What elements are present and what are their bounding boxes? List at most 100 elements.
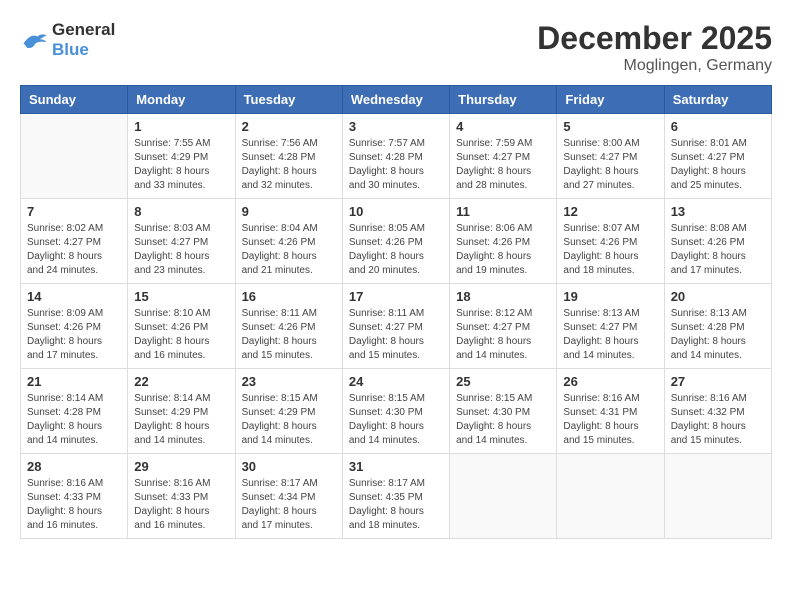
calendar-cell: 18 Sunrise: 8:12 AMSunset: 4:27 PMDayligh… xyxy=(450,284,557,369)
day-number: 22 xyxy=(134,374,228,389)
calendar-week-row: 1Sunrise: 7:55 AMSunset: 4:29 PMDaylight… xyxy=(21,114,772,199)
day-info: Sunrise: 8:14 AMSunset: 4:29 PMDaylight:… xyxy=(134,392,228,448)
day-number: 19 xyxy=(563,289,657,304)
day-number: 5 xyxy=(563,119,657,134)
day-info: Sunrise: 8:16 AMSunset: 4:33 PMDaylight:… xyxy=(134,477,228,533)
day-number: 21 xyxy=(27,374,121,389)
calendar-cell xyxy=(21,114,128,199)
day-info: Sunrise: 8:11 AMSunset: 4:26 PMDaylight:… xyxy=(242,307,336,363)
calendar-cell: 8 Sunrise: 8:03 AMSunset: 4:27 PMDaylight… xyxy=(128,199,235,284)
day-number: 26 xyxy=(563,374,657,389)
day-number: 31 xyxy=(349,459,443,474)
calendar-cell: 10 Sunrise: 8:05 AMSunset: 4:26 PMDayligh… xyxy=(342,199,449,284)
day-number: 10 xyxy=(349,204,443,219)
calendar-cell: 12 Sunrise: 8:07 AMSunset: 4:26 PMDayligh… xyxy=(557,199,664,284)
day-number: 11 xyxy=(456,204,550,219)
calendar-cell: 7Sunrise: 8:02 AMSunset: 4:27 PMDaylight… xyxy=(21,199,128,284)
day-info: Sunrise: 8:00 AMSunset: 4:27 PMDaylight:… xyxy=(563,137,657,193)
title-area: December 2025 Moglingen, Germany xyxy=(537,20,772,75)
day-number: 6 xyxy=(671,119,765,134)
day-number: 23 xyxy=(242,374,336,389)
calendar-cell: 31 Sunrise: 8:17 AMSunset: 4:35 PMDayligh… xyxy=(342,454,449,539)
day-info: Sunrise: 8:04 AMSunset: 4:26 PMDaylight:… xyxy=(242,222,336,278)
day-number: 18 xyxy=(456,289,550,304)
day-info: Sunrise: 8:07 AMSunset: 4:26 PMDaylight:… xyxy=(563,222,657,278)
day-number: 28 xyxy=(27,459,121,474)
day-number: 8 xyxy=(134,204,228,219)
calendar-cell: 4 Sunrise: 7:59 AMSunset: 4:27 PMDaylight… xyxy=(450,114,557,199)
day-info: Sunrise: 8:15 AMSunset: 4:30 PMDaylight:… xyxy=(349,392,443,448)
day-number: 20 xyxy=(671,289,765,304)
calendar-cell: 30Sunrise: 8:17 AMSunset: 4:34 PMDayligh… xyxy=(235,454,342,539)
day-number: 30 xyxy=(242,459,336,474)
calendar-cell: 27 Sunrise: 8:16 AMSunset: 4:32 PMDayligh… xyxy=(664,369,771,454)
day-number: 13 xyxy=(671,204,765,219)
weekday-header-row: SundayMondayTuesdayWednesdayThursdayFrid… xyxy=(21,86,772,114)
weekday-header: Sunday xyxy=(21,86,128,114)
calendar-cell xyxy=(450,454,557,539)
calendar-cell: 13 Sunrise: 8:08 AMSunset: 4:26 PMDayligh… xyxy=(664,199,771,284)
calendar-cell: 11Sunrise: 8:06 AMSunset: 4:26 PMDayligh… xyxy=(450,199,557,284)
calendar-cell: 19 Sunrise: 8:13 AMSunset: 4:27 PMDayligh… xyxy=(557,284,664,369)
day-number: 4 xyxy=(456,119,550,134)
day-info: Sunrise: 8:03 AMSunset: 4:27 PMDaylight:… xyxy=(134,222,228,278)
calendar-table: SundayMondayTuesdayWednesdayThursdayFrid… xyxy=(20,85,772,539)
calendar-cell: 21 Sunrise: 8:14 AMSunset: 4:28 PMDayligh… xyxy=(21,369,128,454)
calendar-week-row: 7Sunrise: 8:02 AMSunset: 4:27 PMDaylight… xyxy=(21,199,772,284)
location-title: Moglingen, Germany xyxy=(537,57,772,75)
weekday-header: Tuesday xyxy=(235,86,342,114)
day-number: 25 xyxy=(456,374,550,389)
day-info: Sunrise: 8:15 AMSunset: 4:29 PMDaylight:… xyxy=(242,392,336,448)
day-info: Sunrise: 7:59 AMSunset: 4:27 PMDaylight:… xyxy=(456,137,550,193)
calendar-cell: 23 Sunrise: 8:15 AMSunset: 4:29 PMDayligh… xyxy=(235,369,342,454)
calendar-cell: 25 Sunrise: 8:15 AMSunset: 4:30 PMDayligh… xyxy=(450,369,557,454)
logo-icon xyxy=(20,29,48,51)
day-info: Sunrise: 8:08 AMSunset: 4:26 PMDaylight:… xyxy=(671,222,765,278)
day-info: Sunrise: 8:16 AMSunset: 4:33 PMDaylight:… xyxy=(27,477,121,533)
day-info: Sunrise: 7:56 AMSunset: 4:28 PMDaylight:… xyxy=(242,137,336,193)
calendar-cell: 29 Sunrise: 8:16 AMSunset: 4:33 PMDayligh… xyxy=(128,454,235,539)
calendar-cell: 15 Sunrise: 8:10 AMSunset: 4:26 PMDayligh… xyxy=(128,284,235,369)
day-number: 15 xyxy=(134,289,228,304)
day-info: Sunrise: 8:10 AMSunset: 4:26 PMDaylight:… xyxy=(134,307,228,363)
day-info: Sunrise: 8:13 AMSunset: 4:28 PMDaylight:… xyxy=(671,307,765,363)
calendar-cell: 2 Sunrise: 7:56 AMSunset: 4:28 PMDaylight… xyxy=(235,114,342,199)
calendar-cell: 26 Sunrise: 8:16 AMSunset: 4:31 PMDayligh… xyxy=(557,369,664,454)
day-number: 27 xyxy=(671,374,765,389)
day-info: Sunrise: 8:14 AMSunset: 4:28 PMDaylight:… xyxy=(27,392,121,448)
day-info: Sunrise: 8:15 AMSunset: 4:30 PMDaylight:… xyxy=(456,392,550,448)
calendar-cell: 5 Sunrise: 8:00 AMSunset: 4:27 PMDaylight… xyxy=(557,114,664,199)
day-number: 12 xyxy=(563,204,657,219)
day-number: 2 xyxy=(242,119,336,134)
weekday-header: Saturday xyxy=(664,86,771,114)
calendar-cell xyxy=(557,454,664,539)
logo-text: General Blue xyxy=(52,20,115,60)
calendar-cell: 24 Sunrise: 8:15 AMSunset: 4:30 PMDayligh… xyxy=(342,369,449,454)
calendar-cell xyxy=(664,454,771,539)
day-number: 24 xyxy=(349,374,443,389)
day-info: Sunrise: 8:12 AMSunset: 4:27 PMDaylight:… xyxy=(456,307,550,363)
calendar-cell: 9 Sunrise: 8:04 AMSunset: 4:26 PMDaylight… xyxy=(235,199,342,284)
day-number: 3 xyxy=(349,119,443,134)
day-info: Sunrise: 8:16 AMSunset: 4:31 PMDaylight:… xyxy=(563,392,657,448)
weekday-header: Monday xyxy=(128,86,235,114)
calendar-week-row: 14Sunrise: 8:09 AMSunset: 4:26 PMDayligh… xyxy=(21,284,772,369)
day-number: 7 xyxy=(27,204,121,219)
weekday-header: Friday xyxy=(557,86,664,114)
month-title: December 2025 xyxy=(537,20,772,57)
weekday-header: Thursday xyxy=(450,86,557,114)
calendar-cell: 17Sunrise: 8:11 AMSunset: 4:27 PMDayligh… xyxy=(342,284,449,369)
day-info: Sunrise: 8:05 AMSunset: 4:26 PMDaylight:… xyxy=(349,222,443,278)
calendar-cell: 22 Sunrise: 8:14 AMSunset: 4:29 PMDayligh… xyxy=(128,369,235,454)
day-info: Sunrise: 8:16 AMSunset: 4:32 PMDaylight:… xyxy=(671,392,765,448)
calendar-cell: 16 Sunrise: 8:11 AMSunset: 4:26 PMDayligh… xyxy=(235,284,342,369)
day-info: Sunrise: 8:17 AMSunset: 4:35 PMDaylight:… xyxy=(349,477,443,533)
day-number: 9 xyxy=(242,204,336,219)
day-number: 29 xyxy=(134,459,228,474)
page-header: General Blue December 2025 Moglingen, Ge… xyxy=(20,20,772,75)
calendar-cell: 14Sunrise: 8:09 AMSunset: 4:26 PMDayligh… xyxy=(21,284,128,369)
day-number: 16 xyxy=(242,289,336,304)
calendar-cell: 20 Sunrise: 8:13 AMSunset: 4:28 PMDayligh… xyxy=(664,284,771,369)
day-info: Sunrise: 8:13 AMSunset: 4:27 PMDaylight:… xyxy=(563,307,657,363)
calendar-cell: 28 Sunrise: 8:16 AMSunset: 4:33 PMDayligh… xyxy=(21,454,128,539)
